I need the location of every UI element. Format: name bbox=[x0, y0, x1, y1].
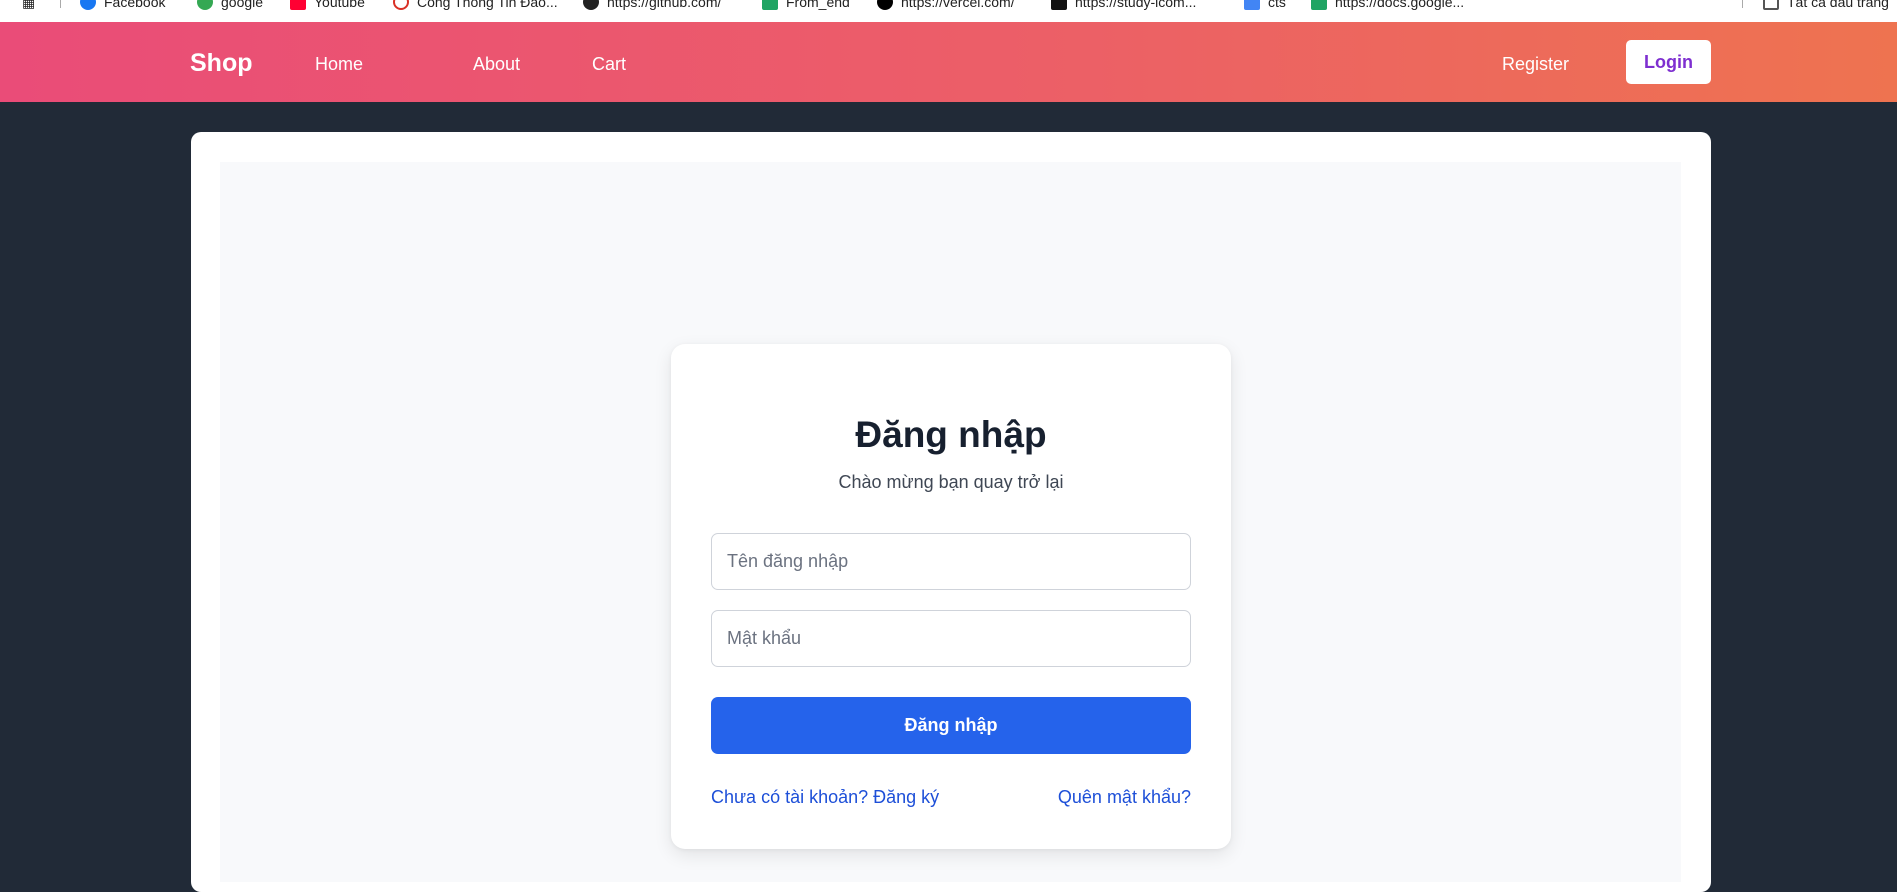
password-input[interactable] bbox=[711, 610, 1191, 667]
bookmark-label: Youtube bbox=[314, 0, 365, 10]
cts-icon bbox=[1244, 0, 1260, 10]
bookmark-label: https://study-icom... bbox=[1075, 0, 1197, 10]
bookmark-youtube[interactable]: Youtube bbox=[290, 0, 365, 13]
nav-link-home[interactable]: Home bbox=[315, 54, 363, 75]
bookmark-label: Tất cả dấu trang bbox=[1787, 0, 1889, 10]
bookmark-vercel[interactable]: https://vercel.com/ bbox=[877, 0, 1015, 13]
apps-grid-icon[interactable]: ▦ bbox=[22, 0, 35, 13]
forgot-password-link[interactable]: Quên mật khẩu? bbox=[1058, 787, 1191, 808]
bookmark-google[interactable]: google bbox=[197, 0, 263, 13]
navbar: Shop Home About Cart Register Login bbox=[0, 22, 1897, 102]
bookmark-cts[interactable]: cts bbox=[1244, 0, 1286, 13]
nav-link-register[interactable]: Register bbox=[1502, 54, 1569, 75]
username-input[interactable] bbox=[711, 533, 1191, 590]
bookmark-label: From_end bbox=[786, 0, 850, 10]
bookmarks-divider bbox=[1742, 0, 1743, 8]
submit-login-button[interactable]: Đăng nhập bbox=[711, 697, 1191, 754]
bookmarks-bar: ▦ Facebook google Youtube Cổng Thông Tin… bbox=[0, 0, 1897, 22]
facebook-icon bbox=[80, 0, 96, 10]
nav-link-about[interactable]: About bbox=[473, 54, 520, 75]
folder-icon bbox=[1763, 0, 1779, 10]
sheets-icon bbox=[1311, 0, 1327, 10]
bookmark-label: Cổng Thông Tin Đào... bbox=[417, 0, 558, 10]
portal-icon bbox=[393, 0, 409, 10]
bookmark-portal[interactable]: Cổng Thông Tin Đào... bbox=[393, 0, 558, 13]
google-icon bbox=[197, 0, 213, 10]
register-link[interactable]: Chưa có tài khoản? Đăng ký bbox=[711, 787, 939, 808]
bookmark-label: https://vercel.com/ bbox=[901, 0, 1015, 10]
bookmark-github[interactable]: https://github.com/ bbox=[583, 0, 721, 13]
bookmark-facebook[interactable]: Facebook bbox=[80, 0, 165, 13]
bookmark-from-end[interactable]: From_end bbox=[762, 0, 850, 13]
study-icon bbox=[1051, 0, 1067, 10]
bookmark-all[interactable]: Tất cả dấu trang bbox=[1763, 0, 1889, 13]
bookmark-label: https://docs.google... bbox=[1335, 0, 1465, 10]
login-card: Đăng nhập Chào mừng bạn quay trở lại Đăn… bbox=[671, 344, 1231, 849]
bookmark-label: https://github.com/ bbox=[607, 0, 722, 10]
bookmarks-divider bbox=[60, 0, 61, 8]
login-subtitle: Chào mừng bạn quay trở lại bbox=[838, 472, 1064, 492]
youtube-icon bbox=[290, 0, 306, 10]
bookmark-label: Facebook bbox=[104, 0, 166, 10]
login-button[interactable]: Login bbox=[1626, 40, 1711, 84]
login-title: Đăng nhập bbox=[855, 414, 1047, 455]
nav-link-cart[interactable]: Cart bbox=[592, 54, 626, 75]
brand-logo[interactable]: Shop bbox=[190, 49, 253, 78]
bookmark-label: cts bbox=[1268, 0, 1286, 10]
bookmark-docs[interactable]: https://docs.google... bbox=[1311, 0, 1464, 13]
vercel-icon bbox=[877, 0, 893, 10]
bookmark-study[interactable]: https://study-icom... bbox=[1051, 0, 1196, 13]
bookmark-label: google bbox=[221, 0, 264, 10]
sheets-icon bbox=[762, 0, 778, 10]
github-icon bbox=[583, 0, 599, 10]
